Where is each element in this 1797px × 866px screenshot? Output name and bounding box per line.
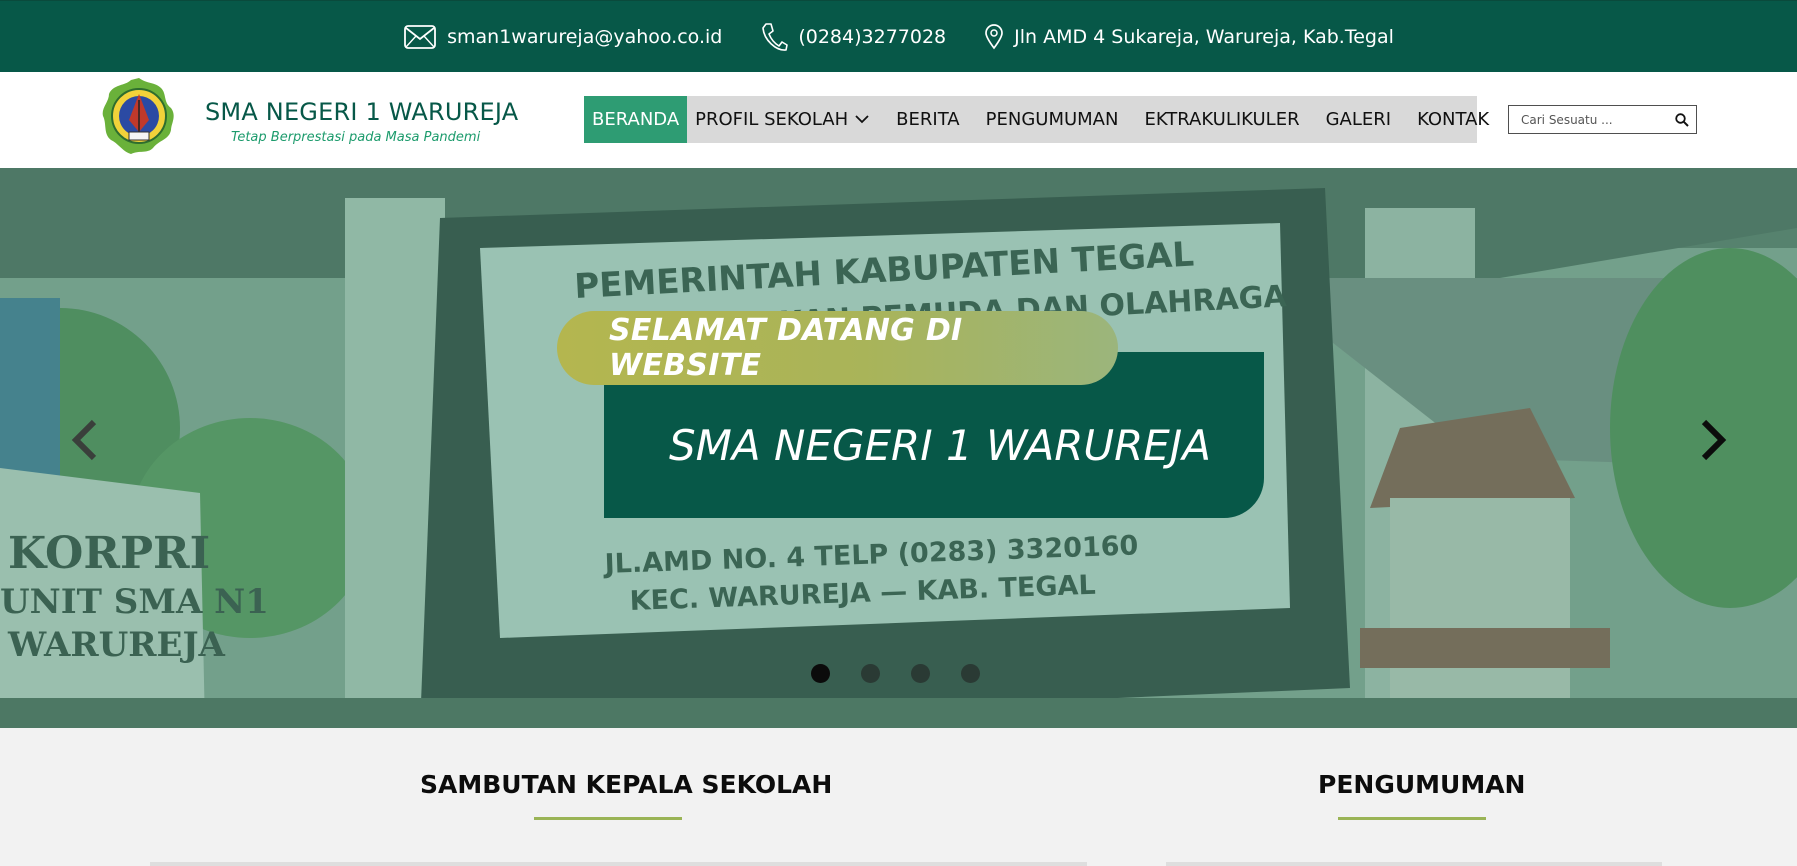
slider-dot-2[interactable] [861, 664, 880, 683]
nav-item-kontak[interactable]: KONTAK [1404, 96, 1502, 143]
phone-icon [760, 21, 789, 53]
slider-next-arrow[interactable] [1698, 418, 1728, 462]
slider-dot-4[interactable] [961, 664, 980, 683]
site-header: SMA NEGERI 1 WARUREJA Tetap Berprestasi … [0, 72, 1797, 168]
hero-title: SMA NEGERI 1 WARUREJA [669, 421, 1211, 470]
section-underline [1338, 817, 1486, 820]
envelope-icon [403, 23, 437, 51]
slider-dots [811, 664, 980, 683]
section-title-pengumuman: PENGUMUMAN [1318, 770, 1526, 799]
email-contact[interactable]: sman1warureja@yahoo.co.id [403, 23, 722, 51]
phone-text: (0284)3277028 [798, 25, 947, 48]
slider-dot-3[interactable] [911, 664, 930, 683]
search-input[interactable] [1509, 106, 1669, 133]
nav-item-berita[interactable]: BERITA [883, 96, 972, 143]
school-logo[interactable] [99, 76, 179, 156]
content-sections: SAMBUTAN KEPALA SEKOLAH PENGUMUMAN [0, 728, 1797, 866]
nav-item-ektrakulikuler[interactable]: EKTRAKULIKULER [1131, 96, 1312, 143]
main-nav: BERANDA PROFIL SEKOLAH BERITA PENGUMUMAN… [584, 96, 1489, 143]
nav-item-profil-sekolah[interactable]: PROFIL SEKOLAH [687, 96, 883, 143]
contact-bar: sman1warureja@yahoo.co.id (0284)3277028 … [0, 0, 1797, 72]
map-pin-icon [984, 23, 1004, 50]
nav-item-pengumuman[interactable]: PENGUMUMAN [973, 96, 1132, 143]
address-text: Jln AMD 4 Sukareja, Warureja, Kab.Tegal [1014, 25, 1394, 48]
slider-dot-1[interactable] [811, 664, 830, 683]
nav-item-beranda[interactable]: BERANDA [584, 96, 688, 143]
school-name[interactable]: SMA NEGERI 1 WARUREJA [205, 98, 518, 126]
search-box [1508, 105, 1697, 134]
section-underline [534, 817, 682, 820]
card-top-edge [1166, 862, 1662, 866]
nav-item-galeri[interactable]: GALERI [1313, 96, 1404, 143]
address-contact[interactable]: Jln AMD 4 Sukareja, Warureja, Kab.Tegal [984, 23, 1394, 50]
hero-slider: PEMERINTAH KABUPATEN TEGAL PENDIDIKAN PE… [0, 168, 1797, 728]
section-title-sambutan: SAMBUTAN KEPALA SEKOLAH [420, 770, 833, 799]
chevron-down-icon [854, 109, 870, 130]
nav-item-label: PROFIL SEKOLAH [695, 109, 849, 130]
search-icon[interactable] [1674, 112, 1690, 128]
phone-contact[interactable]: (0284)3277028 [760, 21, 946, 53]
school-tagline: Tetap Berprestasi pada Masa Pandemi [231, 130, 481, 145]
email-text: sman1warureja@yahoo.co.id [447, 25, 723, 48]
slider-prev-arrow[interactable] [70, 418, 100, 462]
brand-block: SMA NEGERI 1 WARUREJA Tetap Berprestasi … [205, 98, 518, 145]
card-top-edge [150, 862, 1087, 866]
welcome-caption: SELAMAT DATANG DI WEBSITE [557, 311, 1118, 385]
